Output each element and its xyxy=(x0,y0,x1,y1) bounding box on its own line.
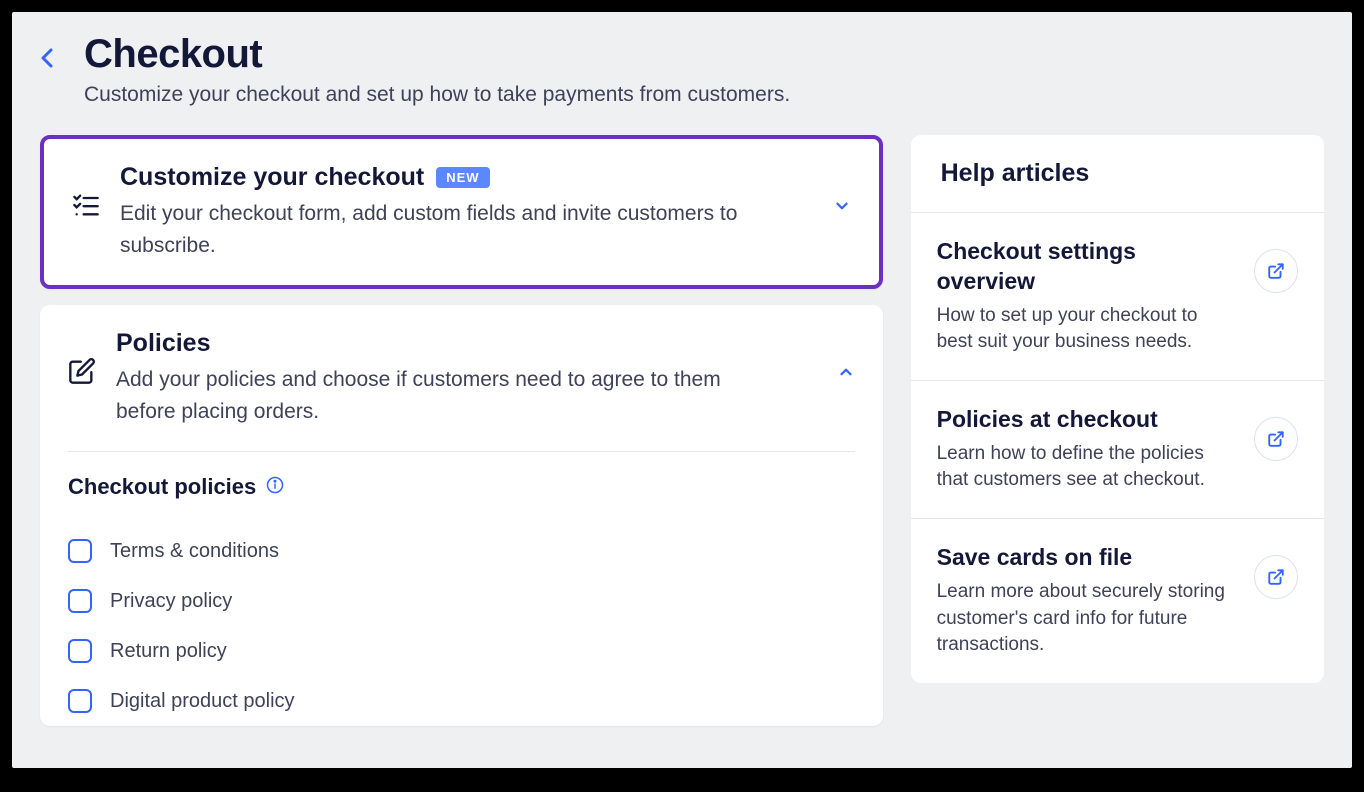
left-column: Customize your checkout NEW Edit your ch… xyxy=(40,135,883,742)
external-link-button[interactable] xyxy=(1254,249,1298,293)
collapse-toggle[interactable] xyxy=(837,363,855,386)
help-desc: Learn more about securely storing custom… xyxy=(937,579,1238,659)
help-item-save-cards[interactable]: Save cards on file Learn more about secu… xyxy=(911,519,1324,683)
chevron-down-icon xyxy=(833,197,851,215)
policies-card-desc: Add your policies and choose if customer… xyxy=(116,364,736,427)
checkbox[interactable] xyxy=(68,539,92,563)
external-link-button[interactable] xyxy=(1254,417,1298,461)
info-icon[interactable] xyxy=(266,476,284,499)
checkbox[interactable] xyxy=(68,689,92,713)
page-frame: Checkout Customize your checkout and set… xyxy=(12,12,1352,768)
customize-card-desc: Edit your checkout form, add custom fiel… xyxy=(120,198,740,261)
card-header: Customize your checkout NEW Edit your ch… xyxy=(44,139,879,285)
policy-item-terms[interactable]: Terms & conditions xyxy=(68,526,855,576)
help-text: Save cards on file Learn more about secu… xyxy=(937,543,1238,659)
edit-document-icon xyxy=(68,357,96,385)
policy-item-digital[interactable]: Digital product policy xyxy=(68,676,855,726)
checkbox[interactable] xyxy=(68,589,92,613)
policy-label: Terms & conditions xyxy=(110,540,279,563)
card-header[interactable]: Policies Add your policies and choose if… xyxy=(40,305,883,451)
checkout-policies-section: Checkout policies Terms & conditions Pri xyxy=(40,452,883,726)
section-title-row: Checkout policies xyxy=(68,474,855,500)
policy-label: Privacy policy xyxy=(110,590,232,613)
help-desc: Learn how to define the policies that cu… xyxy=(937,441,1238,494)
page-header: Checkout Customize your checkout and set… xyxy=(40,32,1324,107)
help-item-policies[interactable]: Policies at checkout Learn how to define… xyxy=(911,381,1324,519)
checkbox[interactable] xyxy=(68,639,92,663)
policy-item-return[interactable]: Return policy xyxy=(68,626,855,676)
help-articles-panel: Help articles Checkout settings overview… xyxy=(911,135,1324,683)
help-desc: How to set up your checkout to best suit… xyxy=(937,303,1238,356)
help-item-overview[interactable]: Checkout settings overview How to set up… xyxy=(911,213,1324,381)
back-button[interactable] xyxy=(40,46,56,75)
policies-card-title: Policies xyxy=(116,329,817,358)
policy-label: Return policy xyxy=(110,640,227,663)
chevron-up-icon xyxy=(837,363,855,381)
help-title: Checkout settings overview xyxy=(937,237,1238,297)
help-text: Policies at checkout Learn how to define… xyxy=(937,405,1238,494)
help-text: Checkout settings overview How to set up… xyxy=(937,237,1238,356)
card-title-row: Customize your checkout NEW xyxy=(120,163,813,192)
policy-list: Terms & conditions Privacy policy Return… xyxy=(68,526,855,726)
new-badge: NEW xyxy=(436,167,489,188)
help-title: Save cards on file xyxy=(937,543,1238,573)
help-title: Policies at checkout xyxy=(937,405,1238,435)
checkout-policies-title: Checkout policies xyxy=(68,474,256,500)
external-link-icon xyxy=(1267,262,1285,280)
customize-checkout-card[interactable]: Customize your checkout NEW Edit your ch… xyxy=(40,135,883,289)
policy-label: Digital product policy xyxy=(110,690,295,713)
checklist-icon xyxy=(72,191,100,219)
help-heading: Help articles xyxy=(911,135,1324,213)
policies-card: Policies Add your policies and choose if… xyxy=(40,305,883,726)
policy-item-privacy[interactable]: Privacy policy xyxy=(68,576,855,626)
external-link-icon xyxy=(1267,430,1285,448)
chevron-left-icon xyxy=(40,46,56,70)
external-link-icon xyxy=(1267,568,1285,586)
right-column: Help articles Checkout settings overview… xyxy=(911,135,1324,742)
title-block: Checkout Customize your checkout and set… xyxy=(84,32,1324,107)
external-link-button[interactable] xyxy=(1254,555,1298,599)
page-title: Checkout xyxy=(84,32,1324,77)
content-row: Customize your checkout NEW Edit your ch… xyxy=(40,135,1324,742)
expand-toggle[interactable] xyxy=(833,197,851,220)
page-subtitle: Customize your checkout and set up how t… xyxy=(84,83,1324,107)
card-text: Policies Add your policies and choose if… xyxy=(116,329,817,427)
card-text: Customize your checkout NEW Edit your ch… xyxy=(120,163,813,261)
customize-card-title: Customize your checkout xyxy=(120,163,424,192)
